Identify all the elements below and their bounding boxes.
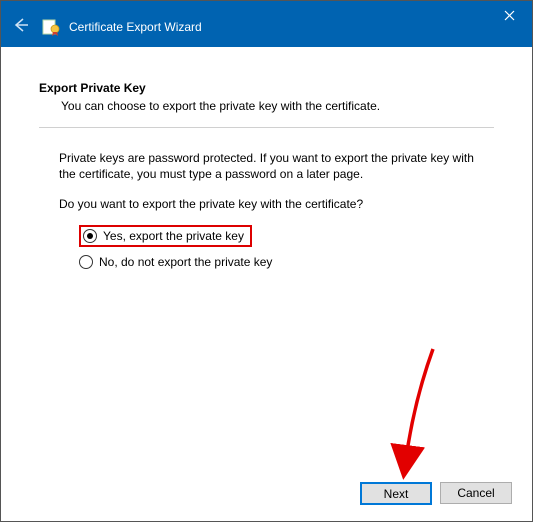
radio-option-no[interactable]: No, do not export the private key	[79, 255, 494, 269]
radio-icon-unselected	[79, 255, 93, 269]
close-button[interactable]	[486, 1, 532, 31]
footer-buttons: Next Cancel	[360, 482, 512, 505]
close-icon	[504, 8, 515, 24]
cancel-button-label: Cancel	[457, 486, 494, 500]
highlight-annotation: Yes, export the private key	[79, 225, 252, 247]
back-arrow-icon[interactable]	[11, 15, 31, 40]
radio-icon-selected	[83, 229, 97, 243]
body-text: Private keys are password protected. If …	[59, 150, 474, 182]
prompt-text: Do you want to export the private key wi…	[59, 196, 494, 212]
cancel-button[interactable]: Cancel	[440, 482, 512, 504]
radio-option-yes[interactable]: Yes, export the private key	[79, 225, 494, 247]
divider	[39, 127, 494, 128]
next-button-label: Next	[384, 487, 409, 501]
certificate-icon	[41, 17, 61, 37]
titlebar: Certificate Export Wizard	[1, 1, 532, 47]
next-button[interactable]: Next	[360, 482, 432, 505]
section-description: You can choose to export the private key…	[61, 99, 494, 113]
arrow-annotation	[373, 344, 443, 484]
section-heading: Export Private Key	[39, 81, 494, 95]
wizard-content: Export Private Key You can choose to exp…	[1, 47, 532, 269]
radio-label-no: No, do not export the private key	[99, 255, 272, 269]
titlebar-text: Certificate Export Wizard	[69, 20, 202, 34]
radio-label-yes: Yes, export the private key	[103, 229, 244, 243]
